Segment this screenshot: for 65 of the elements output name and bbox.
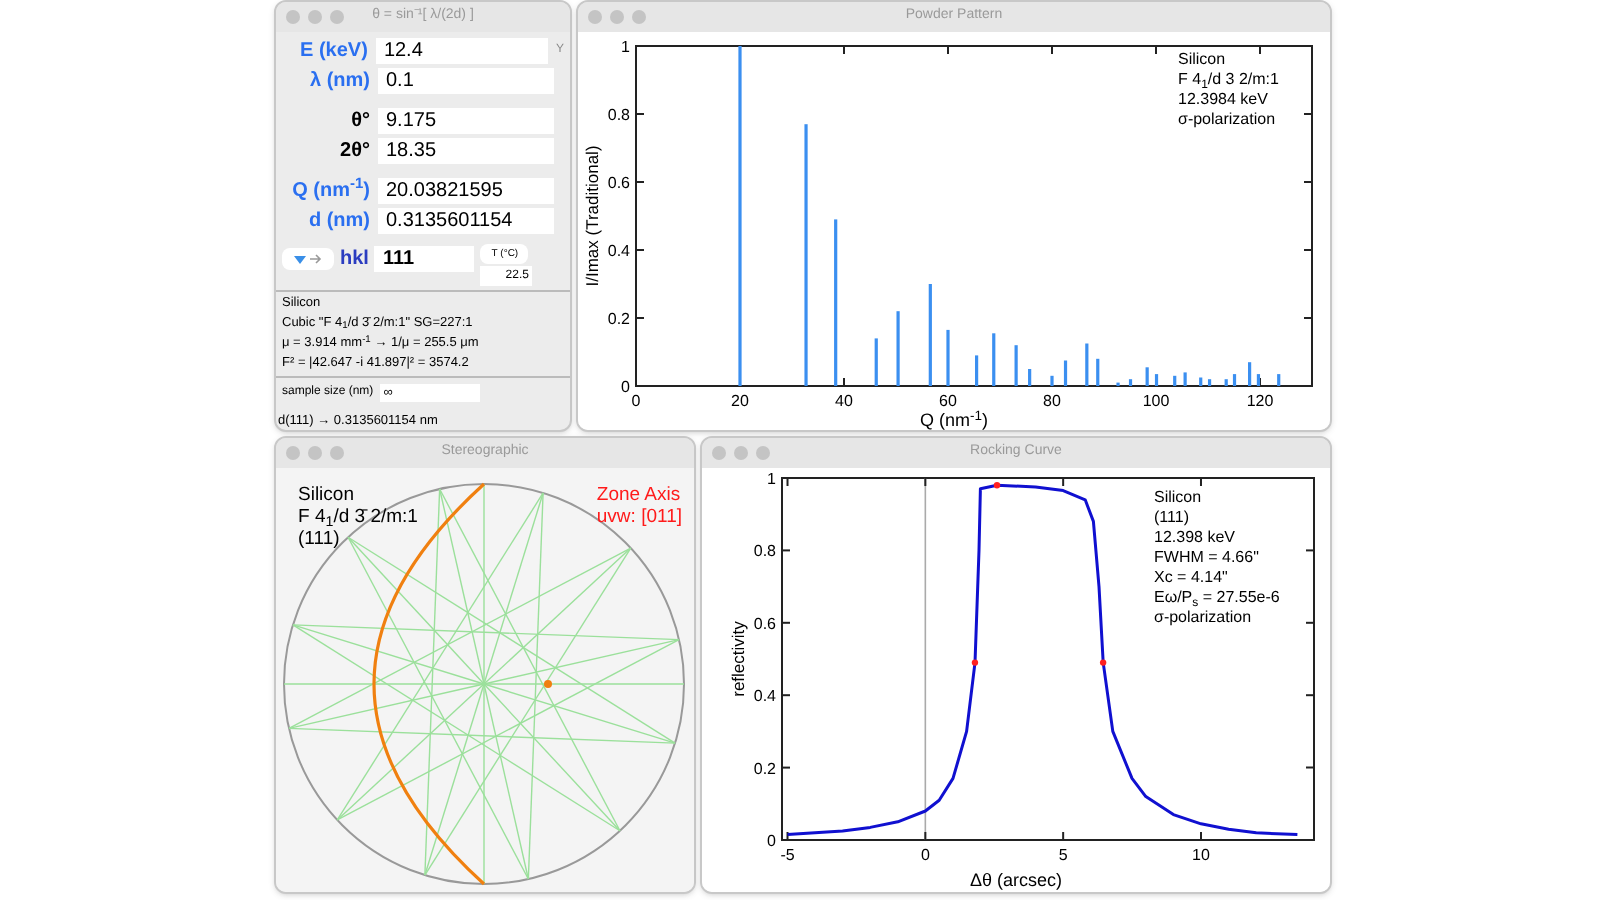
legend-text: Silicon [1178, 50, 1228, 70]
value-field[interactable]: 20.03821595 [378, 178, 554, 204]
tick-label: 0.6 [607, 174, 630, 192]
tick-label: 0.8 [753, 542, 776, 561]
field-label: λ (nm) [308, 68, 370, 94]
crystal-arrow-icon [292, 252, 324, 266]
tick-label: 1 [621, 38, 630, 56]
crystal-label: F 4$_{1}$/d 3̄ 2/m:1 [298, 506, 418, 528]
zone-axis-label: uvw: [011] [596, 506, 682, 528]
legend-text: F 4$_{1}$/d 3 2/m:1 [1178, 70, 1279, 90]
hkl-field[interactable]: 111 [374, 246, 475, 272]
bar [1128, 379, 1133, 386]
legend-text: Silicon [1154, 488, 1204, 508]
value-field[interactable]: 12.4 [375, 38, 548, 64]
tick-label: 10 [1192, 846, 1210, 864]
legend-text: σ-polarization [1154, 608, 1254, 628]
value-field[interactable]: 9.175 [378, 108, 554, 134]
tick-label: 0.8 [607, 106, 630, 124]
field-label: d (nm) [306, 208, 370, 234]
tick-label: 0 [631, 392, 641, 410]
field-label: θ° [349, 108, 370, 134]
tick-label: 1 [767, 470, 776, 488]
crystal-toggle-button[interactable] [282, 248, 334, 270]
y-axis-label: reflectivity [728, 621, 748, 697]
crystal-label: (111) [298, 528, 342, 550]
tick-label: 20 [731, 392, 749, 410]
tick-label: 0.2 [753, 759, 776, 778]
tick-label: 40 [835, 392, 853, 410]
value-field[interactable]: 0.3135601154 [378, 208, 554, 234]
zone-axis-label: Zone Axis [596, 484, 682, 506]
tick-label: 0 [920, 846, 930, 864]
tick-label: 0 [767, 832, 776, 850]
bar [1063, 360, 1068, 386]
legend-text: 12.3984 keV [1178, 90, 1270, 110]
legend-text: FWHM = 4.66" [1154, 548, 1261, 568]
tick-label: 80 [1043, 392, 1061, 410]
field-label: E (keV) [298, 38, 368, 64]
legend-text: σ-polarization [1178, 110, 1278, 130]
tick-label: 0.4 [753, 687, 776, 706]
tick-label: 0 [621, 378, 630, 396]
field-label: Q (nm$^{-1}$) [290, 178, 370, 204]
bar [1207, 379, 1212, 386]
tick-label: 5 [1058, 846, 1068, 864]
tick-label: 0.2 [607, 310, 630, 328]
value-field[interactable]: 18.35 [378, 138, 554, 164]
value-field[interactable]: 0.1 [378, 68, 554, 94]
bar [1154, 374, 1159, 386]
x-axis-label: Δθ (arcsec) [969, 872, 1063, 890]
tick-label: -5 [780, 846, 795, 864]
legend-text: Eω/P$_{s}$ = 27.55e-6 [1154, 588, 1280, 608]
legend-text: (111) [1154, 508, 1191, 528]
tick-label: 0.4 [607, 242, 630, 260]
bar [1256, 374, 1261, 386]
tick-label: 60 [939, 392, 957, 410]
legend-text: 12.398 keV [1154, 528, 1237, 548]
legend-text: Xc = 4.14" [1154, 568, 1230, 588]
field-label: 2θ° [338, 138, 370, 164]
tick-label: 120 [1246, 392, 1274, 410]
field-label: hkl [340, 246, 369, 272]
bar [1232, 374, 1237, 386]
tick-label: 0.6 [753, 614, 776, 633]
tick-label: 100 [1142, 392, 1170, 410]
crystal-label: Silicon [298, 484, 356, 506]
y-axis-label: I/Imax (Traditional) [582, 145, 602, 287]
x-axis-label: Q (nm$^{-1}$) [919, 412, 989, 430]
